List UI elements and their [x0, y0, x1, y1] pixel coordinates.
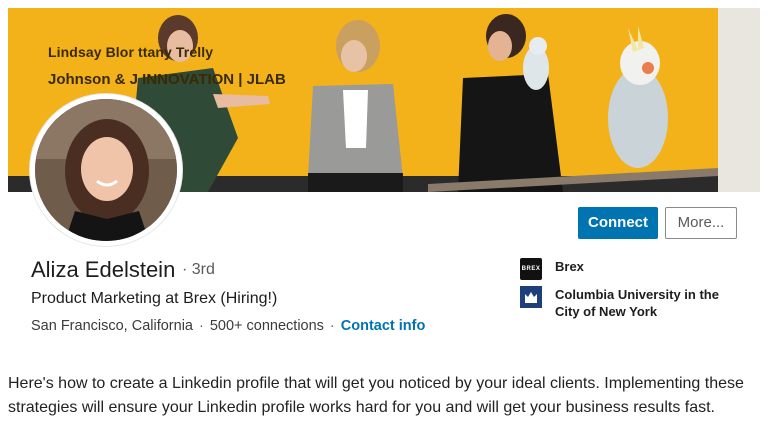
separator-dot: ·	[329, 318, 335, 334]
school-name[interactable]: Columbia University in the City of New Y…	[555, 286, 730, 320]
company-name[interactable]: Brex	[555, 258, 730, 275]
education-school[interactable]: Columbia University in the City of New Y…	[520, 286, 730, 320]
banner-caption-names: Lindsay Blor ttany Trelly	[48, 44, 214, 60]
connect-button[interactable]: Connect	[578, 207, 658, 239]
profile-headline: Product Marketing at Brex (Hiring!)	[31, 290, 278, 307]
profile-card: Lindsay Blor ttany Trelly Johnson & J IN…	[0, 0, 767, 350]
location: San Francisco, California	[31, 318, 193, 334]
avatar[interactable]	[35, 99, 177, 241]
connections-count[interactable]: 500+ connections	[210, 318, 324, 334]
article-paragraph: Here's how to create a Linkedin profile …	[8, 375, 744, 416]
profile-meta: San Francisco, California · 500+ connectio…	[31, 318, 425, 334]
brex-logo: BREX	[520, 258, 542, 280]
profile-photo	[35, 99, 177, 241]
contact-info-link[interactable]: Contact info	[341, 318, 426, 334]
columbia-crown-logo	[520, 286, 542, 308]
profile-photo-frame[interactable]	[30, 94, 182, 246]
connection-degree: · 3rd	[182, 261, 215, 278]
more-button[interactable]: More...	[665, 207, 737, 239]
profile-name: Aliza Edelstein	[31, 257, 176, 282]
separator-dot: ·	[199, 318, 204, 334]
current-company[interactable]: BREX Brex	[520, 258, 730, 280]
banner-caption-org: Johnson & J INNOVATION | JLAB	[48, 71, 286, 88]
